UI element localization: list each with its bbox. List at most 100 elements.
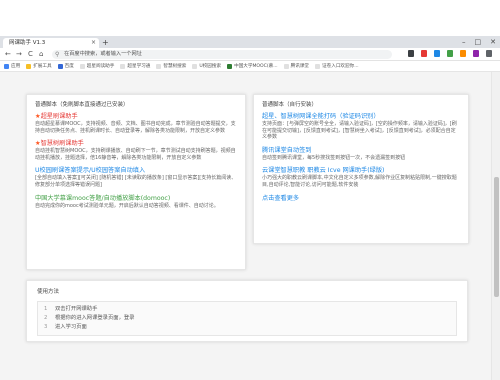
script-description: 小巧强大的职教云刷课脚本,中文化自定义多项参数,解除作业区复制粘贴限制,一键搜取…: [262, 175, 457, 188]
bookmark-icon: [156, 63, 162, 69]
scrollbar-thumb[interactable]: [494, 177, 499, 297]
bookmark-label: 超星学习通: [127, 64, 151, 69]
bookmark-icon: [283, 63, 289, 69]
script-item: 中国大学慕课mooc答题/自动播放脚本(domooc) 自动完成你的mooc考试测…: [35, 195, 237, 210]
script-description: 自动签到腾讯课堂，每5秒搜找签到按钮一次，不会遗漏签到按钮: [262, 154, 406, 161]
script-link[interactable]: 点击查看更多: [262, 195, 460, 203]
step-item: 2 根据你的进入网课登录页面，登录: [44, 314, 450, 323]
script-item: ★超星刷课助手 自动超星慕课MOOC，支持视频、音频、文档、图书自动完成，章节测验…: [35, 113, 237, 134]
script-item: 点击查看更多: [262, 195, 460, 203]
script-title[interactable]: U校园刷课答案提示/U校园答案自动填入: [35, 167, 145, 174]
bookmark-label: 智慧树搜索: [163, 64, 187, 69]
extension-icon[interactable]: [473, 50, 479, 57]
usage-title: 使用方法: [37, 289, 60, 295]
script-title[interactable]: 腾讯课堂自动签到: [262, 147, 312, 154]
tab-title: 网课助手 V1.3: [9, 40, 46, 46]
bookmark-icon: [192, 63, 198, 69]
bookmark-item[interactable]: 超星学习通: [120, 63, 150, 69]
bookmark-icon: [227, 63, 233, 69]
minimize-icon[interactable]: –: [462, 37, 466, 47]
extension-icon[interactable]: [408, 50, 414, 57]
bookmark-label: 超星阅读助手: [86, 64, 115, 69]
bookmark-item[interactable]: 中国大学MOOC(慕...: [227, 63, 278, 69]
bookmark-item[interactable]: 腾讯课堂: [283, 63, 310, 69]
bookmark-item[interactable]: U校园搜索: [192, 63, 221, 69]
script-item: ★智慧树刷课助手 自动挂机智慧树MOOC，支持刷课播放、自动刷下一节，章节测试自动…: [35, 140, 237, 161]
home-icon[interactable]: ⌂: [39, 50, 43, 59]
extension-icon[interactable]: [447, 50, 453, 57]
bookmark-label: 百度: [64, 64, 74, 69]
bookmark-item[interactable]: 扩展工具: [26, 63, 52, 69]
extension-icons: [408, 50, 492, 57]
search-icon: ⚲: [55, 51, 60, 58]
step-text: 根据你的进入网课登录页面，登录: [55, 315, 135, 321]
bookmark-icon: [120, 63, 126, 69]
bookmark-icon: [26, 63, 32, 69]
panel-title: 普通脚本（自行安装）: [262, 102, 318, 108]
bookmark-label: 扩展工具: [33, 64, 52, 69]
address-bar[interactable]: ⚲ 在百度中搜索，或者输入一个网址: [52, 50, 392, 59]
bookmark-item[interactable]: 证卷入口欢迎你...: [315, 63, 359, 69]
script-item: 超星、智慧树网课全能打码（验证码识别） 支持页面：[与弹屏空的账号全全，请输入验证…: [262, 113, 460, 141]
bookmark-icon: [79, 63, 85, 69]
menu-icon[interactable]: [486, 50, 492, 57]
window-controls: – □ ✕: [462, 37, 496, 47]
bookmark-label: 证卷入口欢迎你...: [322, 64, 359, 69]
bookmark-icon: [57, 63, 63, 69]
address-placeholder: 在百度中搜索，或者输入一个网址: [64, 51, 142, 57]
tab-close-icon[interactable]: ×: [91, 38, 96, 48]
bookmark-item[interactable]: 超星阅读助手: [79, 63, 115, 69]
browser-tab[interactable]: 网课助手 V1.3 ×: [3, 38, 99, 48]
script-title[interactable]: 超星刷课助手: [41, 113, 78, 120]
script-link[interactable]: 中国大学慕课mooc答题/自动播放脚本(domooc): [35, 195, 237, 203]
extension-icon[interactable]: [421, 50, 427, 57]
extension-icon[interactable]: [434, 50, 440, 57]
steps-list: 1 双击打开网课助手 2 根据你的进入网课登录页面，登录 3 进入学习页面: [37, 301, 457, 336]
bookmark-label: U校园搜索: [199, 64, 222, 69]
extension-icon[interactable]: [460, 50, 466, 57]
step-text: 进入学习页面: [55, 324, 87, 330]
step-text: 双击打开网课助手: [55, 306, 98, 312]
panel-title: 普通脚本（免刷脚本直接通过已安装）: [35, 102, 129, 108]
new-tab-button[interactable]: +: [102, 38, 109, 47]
step-number: 2: [44, 315, 48, 321]
close-window-icon[interactable]: ✕: [490, 37, 496, 47]
back-icon[interactable]: ←: [5, 50, 11, 59]
bookmark-label: 中国大学MOOC(慕...: [234, 64, 278, 69]
bookmark-icon: [4, 63, 9, 69]
script-link[interactable]: ★智慧树刷课助手: [35, 140, 237, 148]
bookmark-label: 应用: [11, 64, 21, 69]
script-title[interactable]: 智慧树刷课助手: [41, 140, 84, 147]
script-description: 支持页面：[与弹屏空的账号全全，请输入验证码]，[空的操作频率，请输入验证码]，…: [262, 121, 457, 141]
step-number: 3: [44, 324, 48, 330]
usage-panel: 使用方法 1 双击打开网课助手 2 根据你的进入网课登录页面，登录 3 进入学习页面: [26, 280, 468, 342]
maximize-icon[interactable]: □: [475, 37, 482, 47]
bookmark-item[interactable]: 智慧树搜索: [156, 63, 186, 69]
bookmark-label: 腾讯课堂: [290, 64, 310, 69]
step-number: 1: [44, 306, 48, 312]
script-title[interactable]: 云课堂智慧职教 职教云 Icve 网课助手(绿版): [262, 167, 384, 174]
recommended-scripts-panel: 普通脚本（免刷脚本直接通过已安装） ★超星刷课助手 自动超星慕课MOOC，支持视频…: [26, 94, 246, 270]
forward-icon[interactable]: →: [16, 50, 22, 59]
bookmark-item[interactable]: 百度: [57, 63, 74, 69]
script-description: [全部自动填入答案][可关闭] [随机答错] [未读取的播放条] [窗口显示答案…: [35, 175, 237, 188]
script-title[interactable]: 点击查看更多: [262, 195, 299, 202]
script-description: 自动超星慕课MOOC，支持视频、音频、文档、图书自动完成，章节测验自动答题提交，…: [35, 121, 236, 134]
script-title[interactable]: 中国大学慕课mooc答题/自动播放脚本(domooc): [35, 195, 170, 202]
script-title[interactable]: 超星、智慧树网课全能打码（验证码识别）: [262, 113, 380, 120]
script-item: 腾讯课堂自动签到 自动签到腾讯课堂，每5秒搜找签到按钮一次，不会遗漏签到按钮: [262, 147, 460, 162]
step-item: 1 双击打开网课助手: [44, 305, 450, 314]
script-link[interactable]: ★超星刷课助手: [35, 113, 237, 121]
reload-icon[interactable]: C: [28, 50, 33, 59]
script-link[interactable]: 超星、智慧树网课全能打码（验证码识别）: [262, 113, 460, 121]
script-item: U校园刷课答案提示/U校园答案自动填入 [全部自动填入答案][可关闭] [随机答错…: [35, 167, 237, 188]
script-link[interactable]: 腾讯课堂自动签到: [262, 147, 460, 155]
browser-toolbar: ← → C ⌂ ⚲ 在百度中搜索，或者输入一个网址: [0, 48, 500, 61]
other-scripts-panel: 普通脚本（自行安装） 超星、智慧树网课全能打码（验证码识别） 支持页面：[与弹屏空…: [253, 94, 469, 244]
script-description: 自动完成你的mooc考试测验单元题，开启后默认自动答视频、看课件、自动讨论。: [35, 202, 219, 209]
tab-bar: 网课助手 V1.3 × + – □ ✕: [0, 36, 500, 48]
scrollbar[interactable]: [491, 72, 500, 380]
bookmarks-bar: 应用 扩展工具 百度 超星阅读助手 超星学习通 智慧树搜索 U校园搜索 中国大学MOOC(慕.…: [0, 61, 500, 72]
step-item: 3 进入学习页面: [44, 323, 450, 332]
bookmark-item[interactable]: 应用: [4, 63, 20, 69]
